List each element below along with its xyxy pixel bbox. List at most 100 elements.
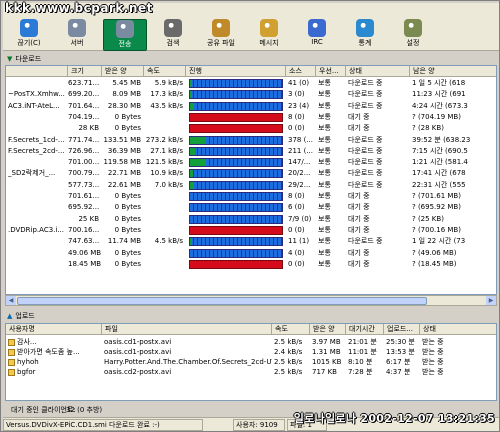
download-cell-name — [6, 123, 68, 134]
download-row[interactable]: F.Secrets_1cd-... 771.74... 133.51 MB 273.2… — [6, 135, 496, 146]
download-cell-recv: 28.30 MB — [107, 101, 141, 110]
downloads-column-header-1[interactable]: 크기 — [68, 66, 102, 77]
download-cell-name — [6, 180, 68, 191]
toolbar-button-0[interactable]: 끊기(C) — [7, 19, 51, 51]
downloads-column-header-7[interactable]: 상태 — [346, 66, 410, 77]
uploads-column-header-6[interactable]: 상태 — [420, 324, 496, 335]
toolbar-button-4[interactable]: 공유 파일 — [199, 19, 243, 51]
upload-row[interactable]: bgfor oasis.cd2-postx.avi 2.5 kB/s 717 KB 7:… — [6, 367, 496, 378]
uploads-list[interactable]: 사용자명 파일 속도 받은 양 대기시간 업로드... 상태 감사... oasis.cd1-p… — [5, 323, 497, 401]
downloads-column-header-6[interactable]: 우선... — [316, 66, 346, 77]
toolbar-button-7[interactable]: 통계 — [343, 19, 387, 51]
download-cell-sources: 7/9 (0) — [288, 214, 312, 223]
download-row[interactable]: .DVDRip.AC3.i... 700.16... 0 Bytes 0 (0) 보통 대… — [6, 225, 496, 236]
download-row[interactable]: 18.45 MB 0 Bytes 0 (0) 보통 대기 중 ? (18.45 MB) — [6, 259, 496, 270]
down-arrow-icon: ▼ — [7, 55, 13, 63]
uploads-column-header-2[interactable]: 속도 — [272, 324, 310, 335]
download-row[interactable]: 577.73... 22.61 MB 7.0 kB/s 29/2... 보통 다운로드 중… — [6, 180, 496, 191]
uploads-column-header-3[interactable]: 받은 양 — [310, 324, 346, 335]
toolbar-button-5[interactable]: 메시지 — [247, 19, 291, 51]
download-cell-size: 726.96... — [68, 146, 100, 155]
downloads-horizontal-scrollbar[interactable]: ◀ ▶ — [5, 295, 497, 306]
download-progress-done — [190, 80, 192, 87]
download-cell-status: 대기 중 — [348, 112, 370, 121]
downloads-column-header-3[interactable]: 속도 — [144, 66, 186, 77]
toolbar-button-3[interactable]: 검색 — [151, 19, 195, 51]
download-cell-priority: 보통 — [318, 248, 331, 257]
download-row[interactable]: AC3.iNT-AteL... 701.64... 28.30 MB 43.5 kB/… — [6, 101, 496, 112]
toolbar-button-1[interactable]: 서버 — [55, 19, 99, 51]
download-cell-recv: 0 Bytes — [114, 192, 141, 200]
download-cell-name — [6, 78, 68, 89]
download-row[interactable]: 701.61... 0 Bytes 8 (0) 보통 대기 중 ? (701.61 MB) — [6, 191, 496, 202]
download-cell-recv: 119.58 MB — [103, 158, 141, 167]
transfer-icon — [116, 20, 134, 38]
download-cell-remain: 1 일 5 시간 (618 — [412, 79, 466, 87]
toolbar-button-label: 메시지 — [259, 39, 279, 47]
download-cell-status: 대기 중 — [348, 248, 370, 257]
download-progress-bar — [189, 112, 283, 122]
scroll-right-icon[interactable]: ▶ — [486, 296, 496, 305]
download-cell-recv: 5.45 MB — [112, 79, 141, 87]
download-cell-sources: 11 (1) — [288, 237, 310, 246]
uploads-column-header-1[interactable]: 파일 — [102, 324, 272, 335]
download-progress-bar — [189, 248, 283, 258]
download-cell-size: 701.64... — [68, 101, 100, 110]
uploads-column-header-0[interactable]: 사용자명 — [6, 324, 102, 335]
download-cell-name — [6, 112, 68, 123]
scroll-left-icon[interactable]: ◀ — [6, 296, 16, 305]
download-cell-size: 623.71... — [68, 79, 100, 87]
download-cell-remain: ? (704.19 MB) — [412, 112, 461, 121]
download-row[interactable]: 704.19... 0 Bytes 8 (0) 보통 대기 중 ? (704.19 MB) — [6, 112, 496, 123]
download-cell-remain: 39:52 분 (638.23 — [412, 135, 471, 144]
toolbar-button-2[interactable]: 전송 — [103, 19, 147, 51]
scrollbar-thumb[interactable] — [17, 297, 427, 305]
download-row[interactable]: 623.71... 5.45 MB 5.9 kB/s 41 (0) 보통 다운로드 중 1 … — [6, 78, 496, 89]
download-cell-sources: 3 (0) — [288, 90, 305, 99]
download-cell-sources: 0 (0) — [288, 124, 305, 133]
download-cell-priority: 보통 — [318, 259, 331, 268]
downloads-list[interactable]: 크기 받은 양 속도 진행 소스 우선... 상태 남은 양 623.71... 5.45 MB 5… — [5, 65, 497, 295]
download-row[interactable]: ~PosTX.Xmhw... 699.20... 8.09 MB 17.3 kB/s 3… — [6, 89, 496, 100]
download-cell-size: 695.92... — [68, 203, 100, 212]
settings-icon — [404, 19, 422, 37]
uploads-column-header-4[interactable]: 대기시간 — [346, 324, 384, 335]
downloads-section-title: ▼ 다운로드 — [7, 53, 41, 65]
download-row[interactable]: 28 KB 0 Bytes 0 (0) 보통 대기 중 ? (28 KB) — [6, 123, 496, 134]
download-cell-remain: 22:31 시간 (555 — [412, 180, 466, 189]
user-icon — [8, 358, 15, 366]
uploads-column-header-5[interactable]: 업로드... — [384, 324, 420, 335]
upload-cell-file: oasis.cd2-postx.avi — [104, 368, 172, 376]
server-icon — [68, 19, 86, 37]
download-row[interactable]: F.Secrets_2cd-... 726.96... 36.39 MB 27.1 k… — [6, 146, 496, 157]
toolbar-button-8[interactable]: 설정 — [391, 19, 435, 51]
download-cell-sources: 29/2... — [288, 180, 311, 189]
downloads-column-header-0[interactable] — [6, 66, 68, 77]
downloads-column-header-8[interactable]: 남은 양 — [410, 66, 496, 77]
download-cell-status: 다운로드 중 — [348, 180, 383, 189]
download-cell-recv: 36.39 MB — [107, 146, 141, 155]
capture-stamp: 일로나일로나 2002-12-07 13:21:35 — [293, 412, 495, 425]
download-row[interactable]: 695.92... 0 Bytes 6 (0) 보통 대기 중 ? (695.92 MB) — [6, 202, 496, 213]
downloads-column-header-2[interactable]: 받은 양 — [102, 66, 144, 77]
pending-clients-value: 32 (0 추방) — [66, 406, 103, 414]
download-row[interactable]: 701.00... 119.58 MB 121.5 kB/s 147/... 보통 다운로… — [6, 157, 496, 168]
download-row[interactable]: 49.06 MB 0 Bytes 4 (0) 보통 대기 중 ? (49.06 MB) — [6, 248, 496, 259]
irc-icon — [308, 19, 326, 37]
download-cell-speed — [144, 112, 186, 123]
download-cell-recv: 133.51 MB — [103, 135, 141, 144]
downloads-column-header-5[interactable]: 소스 — [286, 66, 316, 77]
upload-user-name: bgfor — [17, 368, 36, 376]
download-progress-done — [190, 238, 192, 246]
downloads-column-header-4[interactable]: 진행 — [186, 66, 286, 77]
toolbar-button-6[interactable]: IRC — [295, 19, 339, 51]
download-row[interactable]: _SD2락제거_... 700.79... 22.71 MB 10.9 kB/s 20/… — [6, 168, 496, 179]
download-row[interactable]: 747.63... 11.74 MB 4.5 kB/s 11 (1) 보통 다운로드 중 1… — [6, 236, 496, 247]
download-cell-status: 다운로드 중 — [348, 158, 383, 167]
download-progress-done — [190, 136, 206, 144]
download-cell-priority: 보통 — [318, 101, 331, 110]
download-cell-size: 49.06 MB — [68, 248, 102, 257]
download-row[interactable]: 25 KB 0 Bytes 7/9 (0) 보통 대기 중 ? (25 KB) — [6, 214, 496, 225]
download-progress-bar — [189, 192, 283, 201]
download-cell-sources: 0 (0) — [288, 225, 305, 234]
